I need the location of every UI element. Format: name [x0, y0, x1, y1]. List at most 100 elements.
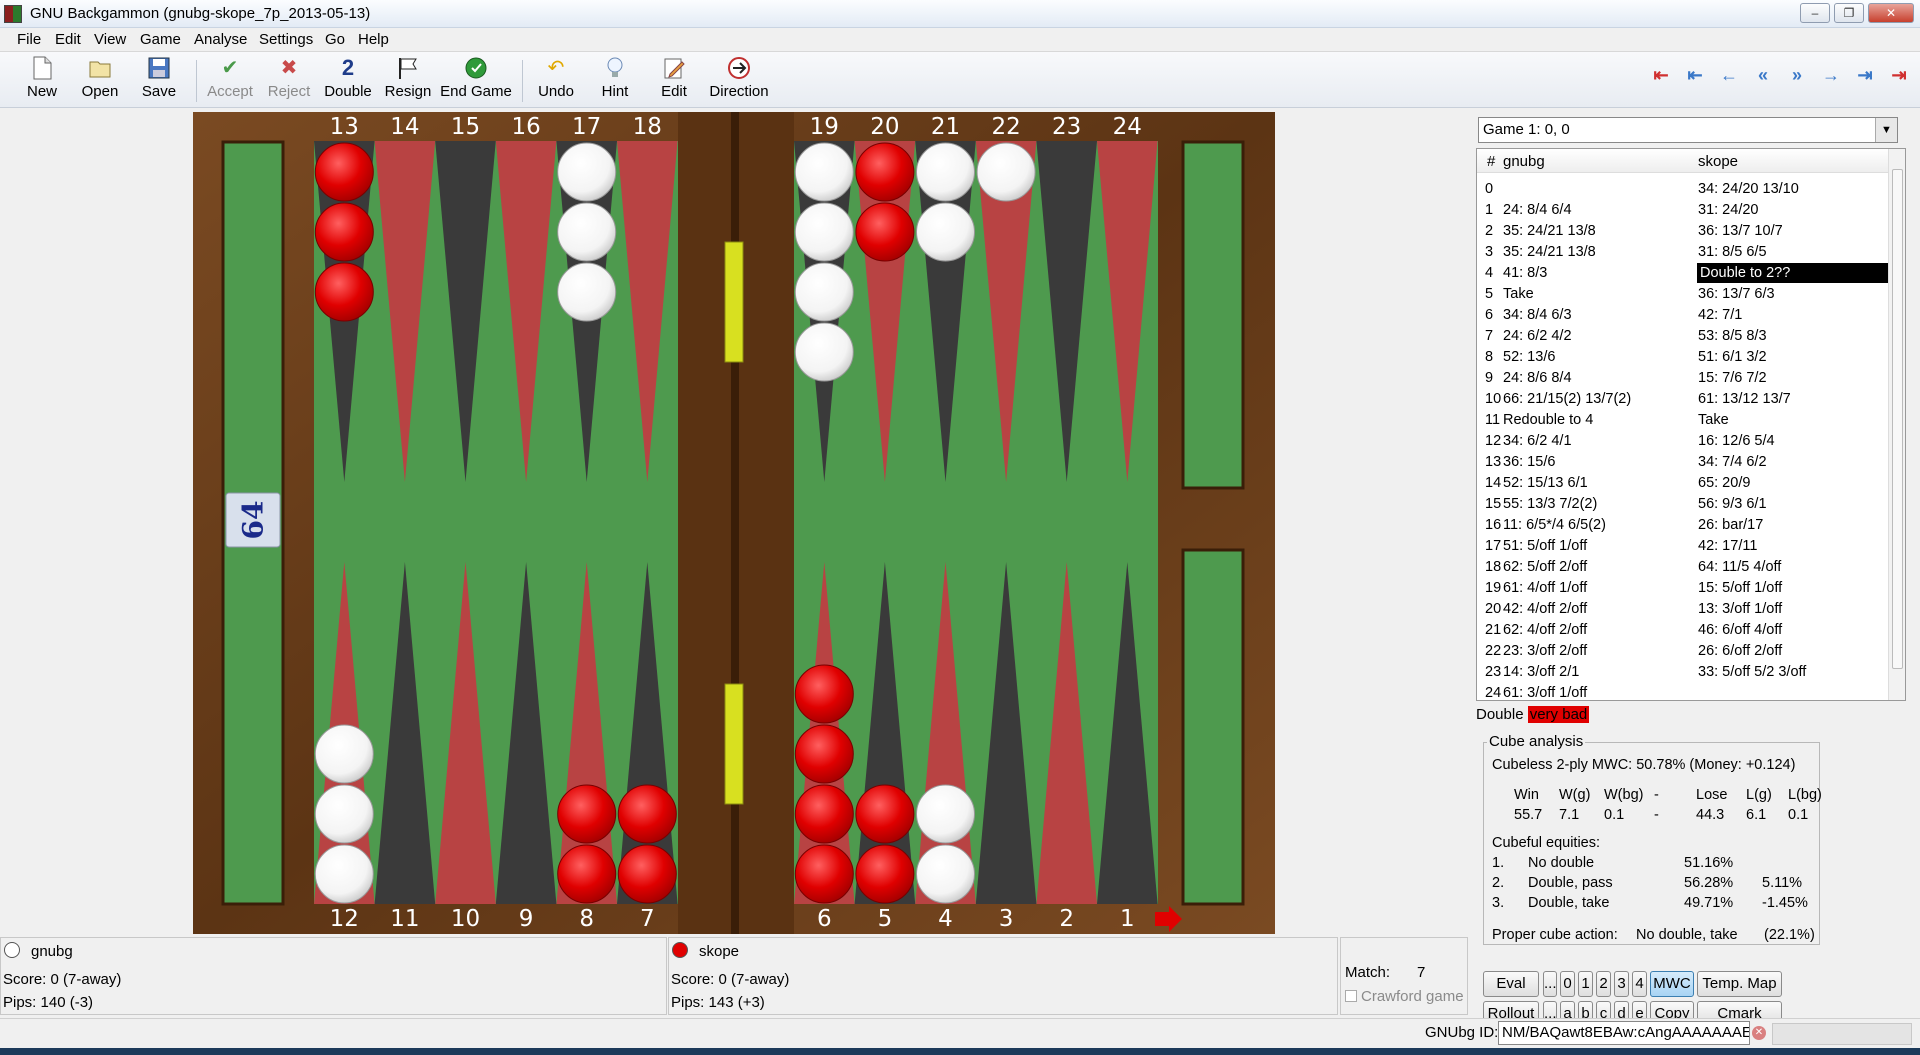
- ply-4-button[interactable]: 4: [1632, 971, 1647, 997]
- undo-button[interactable]: ↶ Undo: [536, 56, 576, 106]
- open-button[interactable]: Open: [76, 56, 124, 106]
- move-row[interactable]: 3 35: 24/21 13/8 31: 8/5 6/5: [1477, 242, 1887, 263]
- accept-button[interactable]: ✔ Accept: [204, 56, 256, 106]
- move-gnubg[interactable]: 11: 6/5*/4 6/5(2): [1503, 517, 1606, 533]
- white-checker[interactable]: [916, 844, 975, 904]
- resign-button[interactable]: Resign: [382, 56, 434, 106]
- move-skope[interactable]: 13: 3/off 1/off: [1698, 601, 1782, 617]
- red-checker[interactable]: [855, 202, 915, 262]
- move-row[interactable]: 23 14: 3/off 2/1 33: 5/off 5/2 3/off: [1477, 662, 1887, 683]
- crawford-checkbox[interactable]: Crawford game: [1345, 988, 1464, 1005]
- move-row[interactable]: 10 66: 21/15(2) 13/7(2) 61: 13/12 13/7: [1477, 389, 1887, 410]
- ply-2-button[interactable]: 2: [1596, 971, 1611, 997]
- hint-button[interactable]: Hint: [596, 56, 634, 106]
- first-game-icon[interactable]: ⇤: [1648, 62, 1674, 88]
- move-row[interactable]: 5 Take 36: 13/7 6/3: [1477, 284, 1887, 305]
- move-skope[interactable]: 36: 13/7 6/3: [1698, 286, 1775, 302]
- previous-game-icon[interactable]: ⇤: [1682, 62, 1708, 88]
- red-checker[interactable]: [314, 202, 374, 262]
- move-gnubg[interactable]: 35: 24/21 13/8: [1503, 223, 1596, 239]
- move-gnubg[interactable]: 62: 5/off 2/off: [1503, 559, 1587, 575]
- white-checker[interactable]: [794, 142, 854, 202]
- red-checker[interactable]: [557, 844, 617, 904]
- red-checker[interactable]: [794, 844, 854, 904]
- move-row[interactable]: 0 34: 24/20 13/10: [1477, 179, 1887, 200]
- move-gnubg[interactable]: 41: 8/3: [1503, 265, 1547, 281]
- board-canvas[interactable]: 6413 14 15 16 17 18 19 20 21 22 23 2412 11 10 9 8 7 6 5 4 3 2…: [193, 112, 1275, 934]
- move-row[interactable]: 4 41: 8/3 Double to 2??: [1477, 263, 1895, 284]
- move-gnubg[interactable]: Redouble to 4: [1503, 412, 1593, 428]
- move-row[interactable]: 6 34: 8/4 6/3 42: 7/1: [1477, 305, 1887, 326]
- game-select[interactable]: Game 1: 0, 0 ▼: [1478, 117, 1898, 143]
- save-button[interactable]: Save: [138, 56, 180, 106]
- red-checker[interactable]: [314, 262, 374, 322]
- gnubg-id-field[interactable]: NM/BAQawt8EBAw:cAngAAAAAAAE: [1498, 1021, 1750, 1045]
- move-gnubg[interactable]: 35: 24/21 13/8: [1503, 244, 1596, 260]
- move-skope[interactable]: 31: 8/5 6/5: [1698, 244, 1767, 260]
- move-row[interactable]: 14 52: 15/13 6/1 65: 20/9: [1477, 473, 1887, 494]
- white-checker[interactable]: [557, 262, 617, 322]
- move-row[interactable]: 7 24: 6/2 4/2 53: 8/5 8/3: [1477, 326, 1887, 347]
- move-skope[interactable]: 36: 13/7 10/7: [1698, 223, 1783, 239]
- move-row[interactable]: 21 62: 4/off 2/off 46: 6/off 4/off: [1477, 620, 1887, 641]
- red-checker[interactable]: [855, 844, 915, 904]
- column-header-skope[interactable]: skope: [1698, 153, 1738, 170]
- next-move-icon[interactable]: →: [1818, 62, 1844, 88]
- menu-edit[interactable]: Edit: [55, 31, 81, 48]
- move-row[interactable]: 19 61: 4/off 1/off 15: 5/off 1/off: [1477, 578, 1887, 599]
- double-button[interactable]: 2 Double: [322, 56, 374, 106]
- red-checker[interactable]: [855, 784, 915, 844]
- white-checker[interactable]: [916, 784, 975, 844]
- move-row[interactable]: 12 34: 6/2 4/1 16: 12/6 5/4: [1477, 431, 1887, 452]
- ply-1-button[interactable]: 1: [1578, 971, 1593, 997]
- move-list-scrollbar[interactable]: [1888, 149, 1905, 700]
- move-row[interactable]: 2 35: 24/21 13/8 36: 13/7 10/7: [1477, 221, 1887, 242]
- move-skope[interactable]: 61: 13/12 13/7: [1698, 391, 1791, 407]
- red-checker[interactable]: [794, 664, 854, 724]
- left-table-felt[interactable]: [314, 141, 678, 904]
- close-button[interactable]: ✕: [1868, 3, 1914, 23]
- eval-settings-button[interactable]: ...: [1543, 971, 1557, 997]
- end-game-button[interactable]: End Game: [440, 56, 512, 106]
- move-gnubg[interactable]: 51: 5/off 1/off: [1503, 538, 1587, 554]
- white-checker[interactable]: [314, 724, 374, 784]
- red-checker[interactable]: [794, 784, 854, 844]
- move-skope[interactable]: 26: 6/off 2/off: [1698, 643, 1782, 659]
- previous-marked-icon[interactable]: «: [1750, 62, 1776, 88]
- menu-file[interactable]: File: [17, 31, 41, 48]
- white-checker[interactable]: [314, 784, 374, 844]
- previous-move-icon[interactable]: ←: [1716, 62, 1742, 88]
- eval-button[interactable]: Eval: [1483, 971, 1539, 997]
- move-row[interactable]: 17 51: 5/off 1/off 42: 17/11: [1477, 536, 1887, 557]
- menu-view[interactable]: View: [94, 31, 126, 48]
- move-gnubg[interactable]: 62: 4/off 2/off: [1503, 622, 1587, 638]
- white-checker[interactable]: [794, 262, 854, 322]
- move-row[interactable]: 22 23: 3/off 2/off 26: 6/off 2/off: [1477, 641, 1887, 662]
- move-row[interactable]: 24 61: 3/off 1/off: [1477, 683, 1887, 700]
- move-gnubg[interactable]: 24: 8/4 6/4: [1503, 202, 1572, 218]
- maximize-button[interactable]: ❐: [1834, 3, 1864, 23]
- move-gnubg[interactable]: 34: 8/4 6/3: [1503, 307, 1572, 323]
- move-skope[interactable]: 16: 12/6 5/4: [1698, 433, 1775, 449]
- move-skope[interactable]: Take: [1698, 412, 1729, 428]
- right-table-felt[interactable]: [794, 141, 1158, 904]
- move-gnubg[interactable]: 52: 13/6: [1503, 349, 1555, 365]
- reject-button[interactable]: ✖ Reject: [264, 56, 314, 106]
- move-skope[interactable]: Double to 2??: [1697, 263, 1895, 283]
- move-gnubg[interactable]: Take: [1503, 286, 1534, 302]
- move-skope[interactable]: 65: 20/9: [1698, 475, 1750, 491]
- menu-help[interactable]: Help: [358, 31, 389, 48]
- move-skope[interactable]: 56: 9/3 6/1: [1698, 496, 1767, 512]
- player-name-skope[interactable]: skope: [699, 943, 739, 960]
- ply-3-button[interactable]: 3: [1614, 971, 1629, 997]
- move-skope[interactable]: 46: 6/off 4/off: [1698, 622, 1782, 638]
- move-skope[interactable]: 26: bar/17: [1698, 517, 1763, 533]
- move-skope[interactable]: 53: 8/5 8/3: [1698, 328, 1767, 344]
- red-checker[interactable]: [855, 142, 915, 202]
- move-row[interactable]: 8 52: 13/6 51: 6/1 3/2: [1477, 347, 1887, 368]
- chevron-down-icon[interactable]: ▼: [1875, 118, 1897, 142]
- temp-map-button[interactable]: Temp. Map: [1697, 971, 1782, 997]
- mwc-button[interactable]: MWC: [1650, 971, 1694, 997]
- move-row[interactable]: 18 62: 5/off 2/off 64: 11/5 4/off: [1477, 557, 1887, 578]
- clear-icon[interactable]: ✕: [1752, 1026, 1766, 1040]
